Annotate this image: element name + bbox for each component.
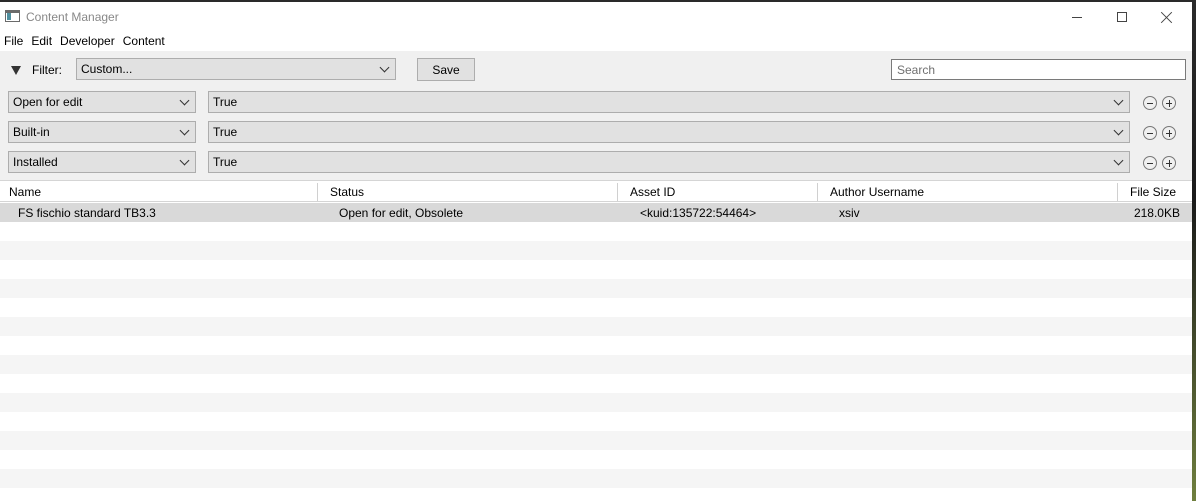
column-resize-handle[interactable] <box>617 183 618 201</box>
chevron-down-icon <box>1113 155 1124 166</box>
rule-value-select[interactable]: True <box>208 121 1130 143</box>
column-header-status[interactable]: Status <box>330 185 364 199</box>
remove-rule-button[interactable] <box>1143 126 1157 140</box>
column-header-author[interactable]: Author Username <box>830 185 924 199</box>
empty-row <box>0 374 1192 393</box>
cell-asset-id: <kuid:135722:54464> <box>640 206 757 220</box>
rule-field-select[interactable]: Built-in <box>8 121 196 143</box>
close-icon <box>1161 11 1173 23</box>
rule-field-select[interactable]: Installed <box>8 151 196 173</box>
empty-row <box>0 412 1192 431</box>
column-resize-handle[interactable] <box>317 183 318 201</box>
cell-status: Open for edit, Obsolete <box>339 206 464 220</box>
rule-value-select[interactable]: True <box>208 151 1130 173</box>
cell-name: FS fischio standard TB3.3 <box>18 206 156 220</box>
remove-rule-button[interactable] <box>1143 156 1157 170</box>
filter-label: Filter: <box>32 63 62 77</box>
empty-row <box>0 450 1192 469</box>
empty-row <box>0 260 1192 279</box>
search-input[interactable] <box>891 59 1186 80</box>
menu-edit[interactable]: Edit <box>27 32 56 51</box>
empty-row <box>0 488 1192 501</box>
column-resize-handle[interactable] <box>1117 183 1118 201</box>
chevron-down-icon <box>1113 95 1124 106</box>
minimize-button[interactable] <box>1054 2 1100 32</box>
empty-row <box>0 431 1192 450</box>
maximize-icon <box>1117 12 1127 22</box>
column-header-file-size[interactable]: File Size <box>1130 185 1176 199</box>
cell-author: xsiv <box>839 206 860 220</box>
add-rule-button[interactable] <box>1162 126 1176 140</box>
rule-value-select[interactable]: True <box>208 91 1130 113</box>
menu-developer[interactable]: Developer <box>56 32 119 51</box>
rule-value-text: True <box>213 95 238 109</box>
rule-field-value: Built-in <box>13 125 50 139</box>
column-header-asset-id[interactable]: Asset ID <box>630 185 675 199</box>
collapse-triangle-icon[interactable] <box>11 66 21 75</box>
chevron-down-icon <box>179 155 190 166</box>
chevron-down-icon <box>1113 125 1124 136</box>
chevron-down-icon <box>379 62 390 73</box>
empty-row <box>0 336 1192 355</box>
cell-file-size: 218.0KB <box>1133 206 1180 220</box>
menu-file[interactable]: File <box>0 32 27 51</box>
rule-field-value: Open for edit <box>13 95 83 109</box>
empty-row <box>0 298 1192 317</box>
chevron-down-icon <box>179 95 190 106</box>
chevron-down-icon <box>179 125 190 136</box>
content-manager-window: Content Manager File Edit Developer Cont… <box>0 0 1196 501</box>
rule-value-text: True <box>213 125 238 139</box>
desktop-edge <box>1192 0 1196 501</box>
rule-value-text: True <box>213 155 238 169</box>
minimize-icon <box>1072 16 1082 18</box>
empty-row <box>0 355 1192 374</box>
empty-row <box>0 222 1192 241</box>
empty-row <box>0 393 1192 412</box>
add-rule-button[interactable] <box>1162 156 1176 170</box>
maximize-button[interactable] <box>1099 2 1145 32</box>
remove-rule-button[interactable] <box>1143 96 1157 110</box>
empty-row <box>0 317 1192 336</box>
asset-list: FS fischio standard TB3.3 Open for edit,… <box>0 203 1192 501</box>
close-button[interactable] <box>1144 2 1190 32</box>
empty-row <box>0 241 1192 260</box>
add-rule-button[interactable] <box>1162 96 1176 110</box>
column-header-name[interactable]: Name <box>9 185 41 199</box>
window-title: Content Manager <box>26 10 119 24</box>
menu-content[interactable]: Content <box>119 32 169 51</box>
rule-field-select[interactable]: Open for edit <box>8 91 196 113</box>
filter-preset-value: Custom... <box>81 62 133 76</box>
title-bar[interactable]: Content Manager <box>0 2 1192 32</box>
filter-panel: Filter: Custom... Save Open for edit Tru… <box>0 51 1192 180</box>
menu-bar: File Edit Developer Content <box>0 32 1192 51</box>
app-window-icon <box>5 10 20 22</box>
column-resize-handle[interactable] <box>817 183 818 201</box>
table-header: Name Status Asset ID Author Username Fil… <box>0 180 1192 202</box>
table-row[interactable]: FS fischio standard TB3.3 Open for edit,… <box>0 203 1192 222</box>
rule-field-value: Installed <box>13 155 58 169</box>
filter-preset-select[interactable]: Custom... <box>76 58 396 80</box>
empty-row <box>0 279 1192 298</box>
empty-row <box>0 469 1192 488</box>
save-button[interactable]: Save <box>417 58 475 81</box>
